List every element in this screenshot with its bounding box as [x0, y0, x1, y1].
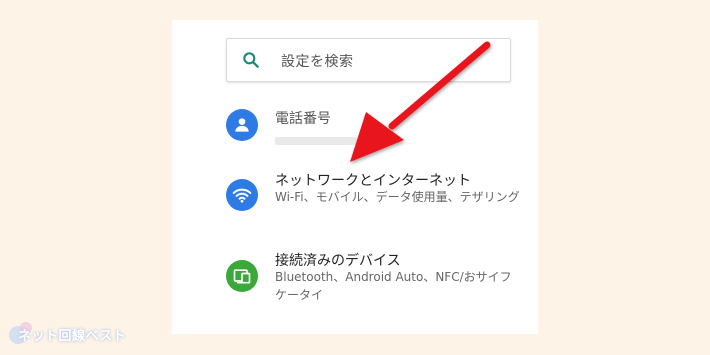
search-bar[interactable]: 設定を検索	[226, 38, 511, 82]
item-title: 電話番号	[275, 111, 331, 127]
search-placeholder: 設定を検索	[281, 54, 354, 70]
settings-item-phone-number[interactable]: 電話番号	[226, 108, 526, 148]
settings-item-network-internet[interactable]: ネットワークとインターネット Wi-Fi、モバイル、データ使用量、テザリング	[226, 170, 526, 226]
item-title: ネットワークとインターネット	[275, 173, 471, 189]
account-icon	[226, 109, 258, 141]
devices-icon	[226, 260, 258, 292]
watermark-logo: ネット回線ベスト	[6, 318, 136, 348]
item-title: 接続済みのデバイス	[275, 253, 401, 269]
search-icon	[243, 52, 259, 68]
settings-panel: 設定を検索 電話番号 ネットワークとインターネット Wi-Fi、モバイル、データ…	[172, 20, 538, 334]
wifi-icon	[226, 179, 258, 211]
watermark-text: ネット回線ベスト	[18, 329, 127, 344]
item-subtitle: Wi-Fi、モバイル、データ使用量、テザリング	[275, 190, 520, 204]
redacted-phone-number	[275, 137, 357, 145]
item-subtitle: Bluetooth、Android Auto、NFC/おサイフケータイ	[275, 270, 512, 302]
settings-item-connected-devices[interactable]: 接続済みのデバイス Bluetooth、Android Auto、NFC/おサイ…	[226, 250, 526, 306]
